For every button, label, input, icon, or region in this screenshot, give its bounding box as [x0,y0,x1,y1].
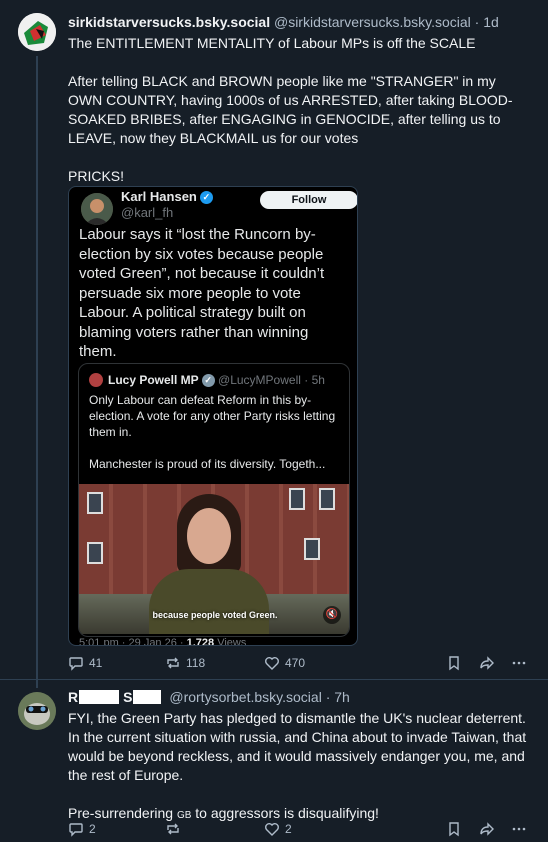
embed-text: Labour says it “lost the Runcorn by-elec… [79,226,325,360]
like-button[interactable]: 2 [264,821,292,837]
display-name[interactable]: sirkidstarversucks.bsky.social [68,14,270,30]
post-header: RS @rortysorbet.bsky.social · 7h [68,689,350,705]
more-icon [512,661,526,665]
share-icon [480,822,494,836]
follow-button: Follow [260,191,357,209]
reply-count: 2 [89,822,96,836]
avatar[interactable] [18,692,56,730]
post-text: FYI, the Green Party has pledged to dism… [68,709,533,825]
coat [149,569,269,634]
like-count: 470 [285,656,306,670]
post-paragraph: The ENTITLEMENT MENTALITY of Labour MPs … [68,35,476,51]
timestamp[interactable]: · 1d [475,14,499,30]
quote-text: Only Labour can defeat Reform in this by… [89,392,345,488]
display-name-initial: R [68,689,79,705]
quote-author: Lucy Powell MP ✓ @LucyMPowell · 5h [108,373,325,388]
post-rortysorbet[interactable]: RS @rortysorbet.bsky.social · 7h FYI, th… [0,680,548,842]
quoted-tweet: Lucy Powell MP ✓ @LucyMPowell · 5h Only L… [78,363,350,637]
more-icon [512,827,526,831]
repost-button[interactable] [165,821,186,837]
post-header: sirkidstarversucks.bsky.social @sirkidst… [68,14,499,30]
share-button[interactable] [479,821,495,837]
quote-avatar [89,373,103,387]
more-options-button[interactable] [511,821,527,837]
post-text-part: to aggressors is disqualifying! [191,805,379,821]
video-caption: because people voted Green. [152,610,278,620]
embed-author-name-text: Karl Hansen [121,189,197,204]
repost-icon [167,823,179,835]
bookmark-button[interactable] [446,655,462,671]
window [319,488,335,510]
embed-views-label: Views [214,637,247,646]
thread-line [36,56,38,688]
quote-author-name: Lucy Powell MP [108,373,199,387]
video-thumbnail: because people voted Green. 🔇 [79,484,349,634]
repost-count: 118 [186,656,206,670]
post-actions: 2 2 [68,821,533,839]
embed-meta: 5:01 pm · 29 Jan 26 · 1,728 Views [79,637,247,646]
window [87,492,103,514]
embed-author-handle: @karl_fh [121,205,174,220]
verified-badge-icon: ✓ [199,191,213,205]
redaction-block [133,690,162,704]
post-paragraph: PRICKS! [68,168,125,184]
repost-button[interactable]: 118 [165,655,205,671]
post-sirkidstarversucks[interactable]: sirkidstarversucks.bsky.social @sirkidst… [0,0,548,688]
reply-button[interactable]: 2 [68,821,96,837]
heart-icon [265,657,279,670]
handle[interactable]: @sirkidstarversucks.bsky.social [274,14,471,30]
heart-icon [265,823,279,836]
like-button[interactable]: 470 [264,655,305,671]
bookmark-icon [449,822,459,837]
reply-button[interactable]: 41 [68,655,102,671]
post-text-part: Pre-surrendering [68,805,177,821]
bookmark-icon [449,656,459,671]
speaker-muted-icon: 🔇 [323,606,341,624]
quote-paragraph: Manchester is proud of its diversity. To… [89,457,326,471]
post-paragraph: FYI, the Green Party has pledged to dism… [68,710,527,783]
post-actions: 41 118 470 [68,655,533,673]
quote-paragraph: Only Labour can defeat Reform in this by… [89,393,336,439]
post-paragraph: After telling BLACK and BROWN people lik… [68,73,513,146]
post-text: The ENTITLEMENT MENTALITY of Labour MPs … [68,34,533,186]
embed-avatar [81,193,113,225]
verified-badge-icon: ✓ [201,374,215,388]
face [187,508,231,564]
embed-views-count: 1,728 [186,637,215,646]
display-name-initial: S [123,689,133,705]
reply-icon [69,823,83,837]
reply-icon [69,657,83,671]
embedded-screenshot[interactable]: Karl Hansen ✓ @karl_fh Follow Labour says… [68,186,358,646]
avatar[interactable] [18,13,56,51]
bookmark-button[interactable] [446,821,462,837]
embed-author-name: Karl Hansen ✓ [121,189,213,205]
quote-author-handle: @LucyMPowell · 5h [218,373,325,387]
reply-count: 41 [89,656,103,670]
gb-flag-icon: GB [176,810,192,821]
like-count: 2 [285,822,292,836]
repost-icon [167,657,179,669]
window [87,542,103,564]
redaction-block [79,690,120,704]
timestamp[interactable]: · 7h [326,689,350,705]
share-button[interactable] [479,655,495,671]
embed-meta-time: 5:01 pm · 29 Jan 26 · [79,637,187,646]
share-icon [480,656,494,670]
window [304,538,320,560]
more-options-button[interactable] [511,655,527,671]
display-name[interactable]: RS [68,689,165,705]
window [289,488,305,510]
handle[interactable]: @rortysorbet.bsky.social [169,689,321,705]
